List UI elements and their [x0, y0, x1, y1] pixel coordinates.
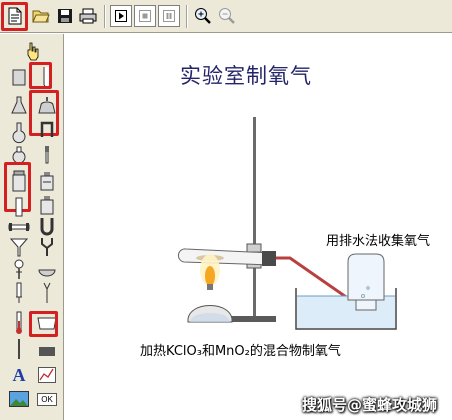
stand-rod	[253, 117, 256, 319]
watermark: 搜狐号@蜜蜂攻城狮	[302, 396, 438, 414]
stand-base	[231, 316, 276, 322]
heating-caption: 加热KClO₃和MnO₂的混合物制氧气	[140, 344, 341, 359]
flame	[205, 266, 215, 286]
rubber-stopper	[262, 251, 276, 266]
alcohol-lamp[interactable]	[187, 254, 233, 323]
clamp-boss-upper	[246, 243, 262, 253]
iron-stand[interactable]	[231, 117, 276, 322]
collection-caption: 用排水法收集氧气	[326, 234, 431, 249]
